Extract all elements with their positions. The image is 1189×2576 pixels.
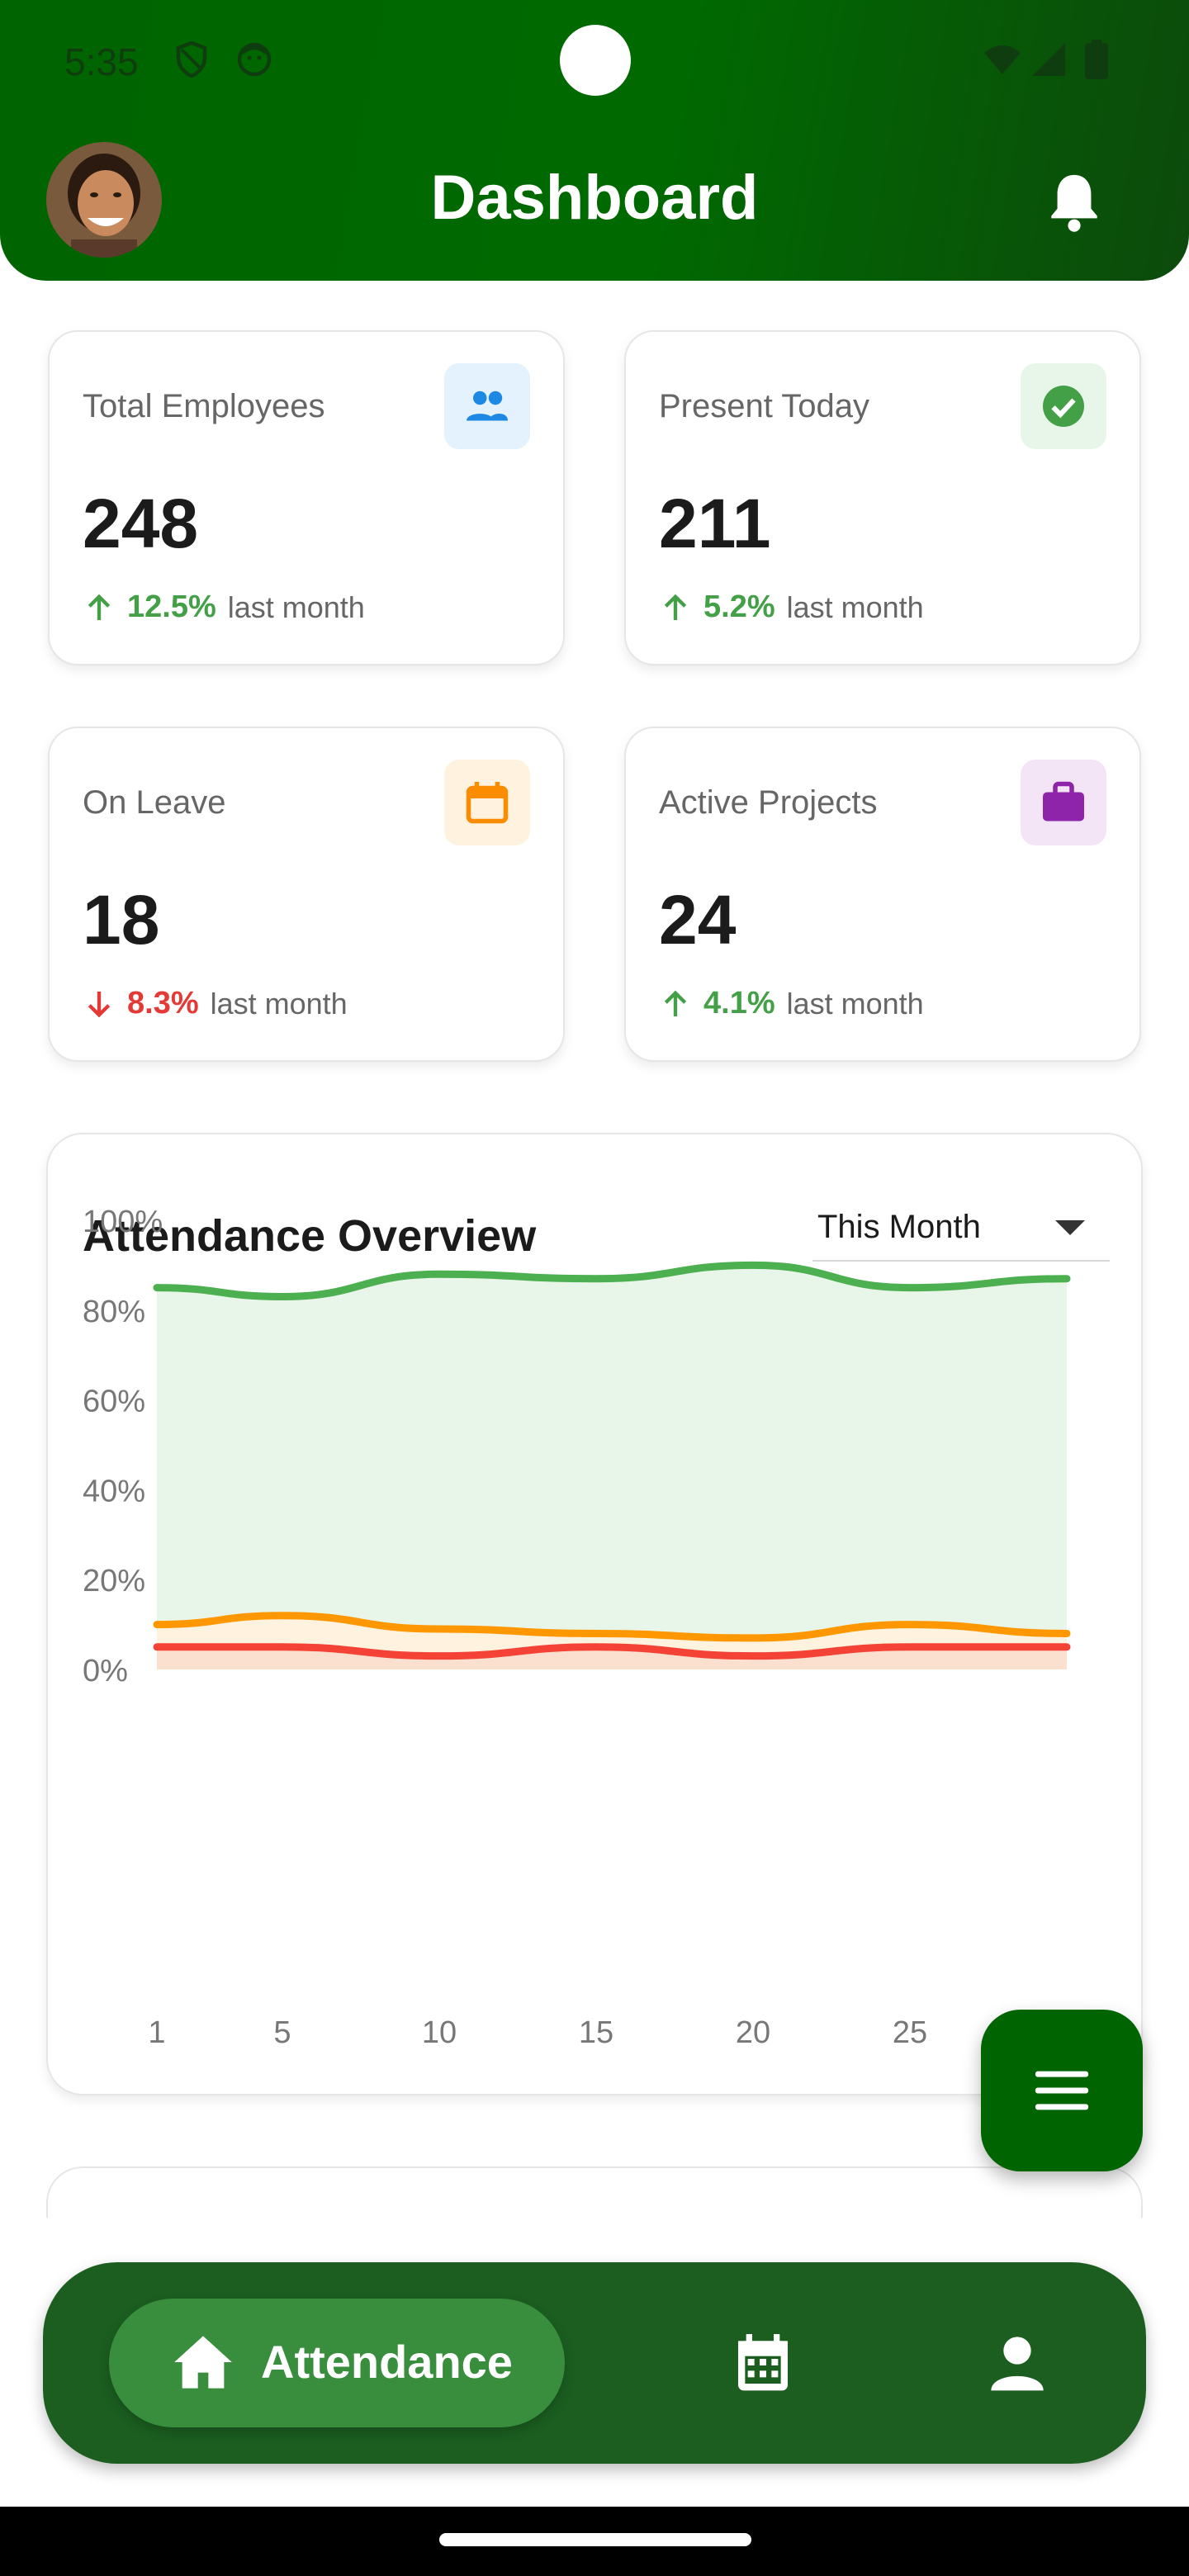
stat-card-total-employees[interactable]: Total Employees 248 12.5% last month [48, 330, 565, 665]
attendance-chart-card: Attendance Overview This Month 0% 20% 40% 6… [46, 1133, 1143, 2095]
page-title: Dashboard [430, 163, 759, 233]
battery-icon [1085, 40, 1108, 79]
stat-card-active-projects[interactable]: Active Projects 24 4.1% last month [624, 727, 1141, 1062]
nav-item-label: Attendance [261, 2336, 513, 2388]
arrow-down-icon [88, 991, 111, 1017]
stat-card-present-today[interactable]: Present Today 211 5.2% last month [624, 330, 1141, 665]
status-time: 5:35 [64, 40, 139, 83]
profile-nav-icon[interactable] [984, 2330, 1050, 2396]
calendar-nav-icon[interactable] [730, 2330, 796, 2396]
people-icon [444, 363, 530, 449]
trend-percent: 12.5% [127, 590, 216, 624]
nav-item-attendance[interactable]: Attendance [109, 2299, 565, 2427]
stat-label: Active Projects [659, 784, 878, 821]
calendar-icon [444, 760, 530, 845]
shield-status-icon [176, 40, 207, 78]
trend-note: last month [786, 986, 924, 1020]
stat-value: 248 [83, 485, 199, 562]
trend-percent: 4.1% [703, 986, 775, 1020]
stat-trend: 12.5% last month [83, 590, 365, 625]
y-tick-label: 80% [83, 1295, 145, 1329]
wifi-icon [984, 45, 1021, 74]
attendance-chart: 0%20%40%60%80%100%151015202530 [83, 1205, 1084, 2050]
stat-value: 211 [659, 485, 771, 562]
stat-trend: 5.2% last month [659, 590, 924, 625]
menu-icon [1035, 2071, 1089, 2110]
trend-note: last month [227, 590, 365, 624]
briefcase-icon [1021, 760, 1106, 845]
trend-percent: 5.2% [703, 590, 775, 624]
stat-trend: 4.1% last month [659, 986, 924, 1021]
series-0-area [157, 1265, 1067, 1669]
stat-label: Present Today [659, 388, 869, 424]
signal-icon [1032, 43, 1065, 76]
stat-value: 24 [659, 881, 737, 959]
y-tick-label: 20% [83, 1564, 145, 1598]
stat-value: 18 [83, 881, 160, 959]
x-tick-label: 15 [579, 2015, 613, 2050]
trend-percent: 8.3% [127, 986, 199, 1020]
camera-cutout [560, 25, 631, 96]
y-tick-label: 60% [83, 1385, 145, 1419]
arrow-up-icon [664, 990, 687, 1016]
home-gesture-pill[interactable] [439, 2533, 751, 2546]
notification-bell-icon[interactable] [1045, 170, 1103, 233]
stat-label: On Leave [83, 784, 226, 821]
x-tick-label: 10 [422, 2015, 457, 2050]
face-status-icon [237, 42, 272, 77]
x-tick-label: 5 [273, 2015, 291, 2050]
x-tick-label: 25 [893, 2015, 927, 2050]
menu-fab-button[interactable] [981, 2010, 1143, 2171]
y-tick-label: 100% [83, 1205, 163, 1239]
home-icon [174, 2336, 232, 2389]
y-tick-label: 40% [83, 1474, 145, 1508]
trend-note: last month [786, 590, 924, 624]
stat-card-on-leave[interactable]: On Leave 18 8.3% last month [48, 727, 565, 1062]
arrow-up-icon [664, 594, 687, 620]
app-header: 5:35 Dashboard [0, 0, 1189, 281]
y-tick-label: 0% [83, 1654, 128, 1688]
stat-trend: 8.3% last month [83, 986, 348, 1021]
bottom-navigation: Attendance [43, 2262, 1146, 2464]
arrow-up-icon [88, 594, 111, 620]
stat-label: Total Employees [83, 388, 325, 424]
check-circle-icon [1021, 363, 1106, 449]
trend-note: last month [210, 986, 348, 1020]
x-tick-label: 20 [736, 2015, 770, 2050]
x-tick-label: 1 [148, 2015, 165, 2050]
